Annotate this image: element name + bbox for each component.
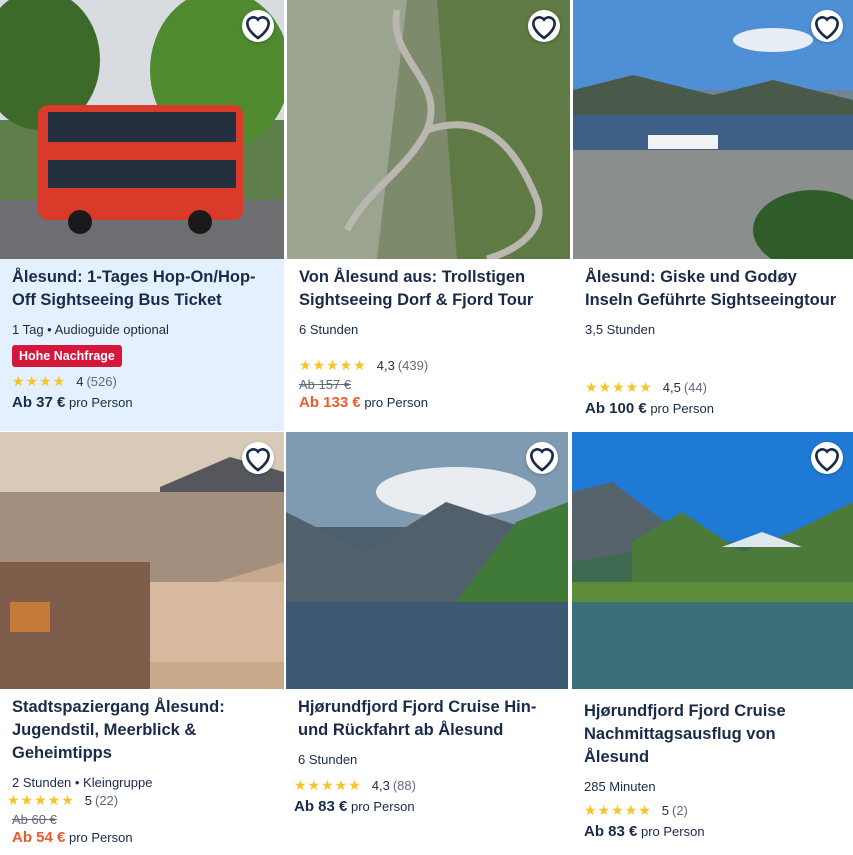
rating-value: 4,3 (371, 778, 390, 793)
activity-duration: 6 Stunden (299, 322, 359, 337)
review-count: (44) (683, 380, 707, 395)
price: Ab 83 € pro Person (294, 798, 558, 815)
price: Ab 100 € pro Person (585, 400, 843, 417)
activity-title[interactable]: Hjørundfjord Fjord Cruise Nachmittagsaus… (584, 700, 843, 769)
rating-value: 4 (76, 374, 84, 389)
activity-card[interactable]: Von Ålesund aus: Trollstigen Sightseeing… (287, 0, 570, 431)
price-unit: pro Person (350, 799, 415, 814)
activity-image[interactable] (286, 432, 568, 689)
activity-image[interactable] (287, 0, 570, 259)
star-icon: ★★★★ (12, 373, 67, 389)
activity-duration: 1 Tag • Audioguide optional (12, 322, 169, 337)
wishlist-button[interactable] (811, 442, 843, 474)
price-value: Ab 37 € (12, 394, 66, 411)
rating: ★★★★★ 4,3 (88) (294, 777, 558, 794)
rating: ★★★★★ 5 (2) (584, 802, 843, 819)
price-value: Ab 100 € (585, 400, 647, 417)
original-price: Ab 60 € (12, 812, 57, 827)
demand-badge: Hohe Nachfrage (12, 345, 122, 367)
activity-card[interactable]: Hjørundfjord Fjord Cruise Hin- und Rückf… (286, 432, 568, 855)
price-unit: pro Person (364, 395, 428, 410)
price-unit: pro Person (640, 824, 705, 839)
price-unit: pro Person (68, 395, 133, 410)
rating-value: 5 (661, 803, 669, 818)
review-count: (439) (397, 358, 429, 373)
activity-image[interactable] (573, 0, 853, 259)
price: Ab 83 € pro Person (584, 823, 843, 840)
star-icon: ★★★★★ (294, 777, 362, 793)
original-price: Ab 157 € (299, 377, 352, 392)
price-unit: pro Person (650, 401, 714, 416)
wishlist-button[interactable] (526, 442, 558, 474)
price: Ab 133 € pro Person (299, 394, 560, 411)
star-icon: ★★★★★ (585, 379, 653, 395)
activity-image[interactable] (0, 0, 284, 259)
rating-value: 4,5 (662, 380, 681, 395)
review-count: (526) (86, 374, 117, 389)
price-unit: pro Person (68, 830, 133, 845)
heart-outline-icon (245, 448, 271, 472)
activity-title[interactable]: Ålesund: Giske und Godøy Inseln Geführte… (585, 266, 843, 312)
activity-title[interactable]: Ålesund: 1-Tages Hop-On/Hop-Off Sightsee… (12, 266, 274, 312)
activity-title[interactable]: Hjørundfjord Fjord Cruise Hin- und Rückf… (298, 696, 558, 742)
activity-duration: 3,5 Stunden (585, 322, 656, 337)
activity-duration: 6 Stunden (298, 752, 358, 767)
rating-value: 5 (84, 793, 92, 808)
price: Ab 37 € pro Person (12, 394, 274, 411)
activity-title[interactable]: Von Ålesund aus: Trollstigen Sightseeing… (299, 266, 560, 312)
price-value: Ab 133 € (299, 394, 361, 411)
activity-duration: 2 Stunden • Kleingruppe (12, 775, 153, 790)
review-count: (22) (95, 793, 119, 808)
rating-value: 4,3 (376, 358, 395, 373)
rating: ★★★★★ 5 (22) (7, 792, 274, 809)
activity-image[interactable] (0, 432, 284, 689)
star-icon: ★★★★★ (299, 357, 367, 373)
price-value: Ab 54 € (12, 829, 66, 846)
price-value: Ab 83 € (294, 798, 348, 815)
wishlist-button[interactable] (242, 442, 274, 474)
heart-outline-icon (814, 448, 840, 472)
price-value: Ab 83 € (584, 823, 638, 840)
review-count: (2) (672, 803, 688, 818)
review-count: (88) (392, 778, 416, 793)
activity-card[interactable]: Stadtspaziergang Ålesund: Jugendstil, Me… (0, 432, 284, 855)
heart-outline-icon (245, 16, 271, 40)
rating: ★★★★★ 4,3 (439) (299, 357, 560, 374)
wishlist-button[interactable] (242, 10, 274, 42)
heart-outline-icon (814, 16, 840, 40)
activity-image[interactable] (572, 432, 853, 689)
rating: ★★★★ 4 (526) (12, 373, 274, 390)
activity-card[interactable]: Ålesund: Giske und Godøy Inseln Geführte… (573, 0, 853, 431)
heart-outline-icon (529, 448, 555, 472)
activity-title[interactable]: Stadtspaziergang Ålesund: Jugendstil, Me… (12, 696, 274, 765)
wishlist-button[interactable] (811, 10, 843, 42)
activity-card[interactable]: Hjørundfjord Fjord Cruise Nachmittagsaus… (572, 432, 853, 855)
activity-card[interactable]: Ålesund: 1-Tages Hop-On/Hop-Off Sightsee… (0, 0, 284, 431)
star-icon: ★★★★★ (7, 792, 75, 808)
star-icon: ★★★★★ (584, 802, 652, 818)
heart-outline-icon (531, 16, 557, 40)
rating: ★★★★★ 4,5 (44) (585, 379, 843, 396)
price: Ab 54 € pro Person (12, 829, 274, 846)
wishlist-button[interactable] (528, 10, 560, 42)
activity-duration: 285 Minuten (584, 779, 656, 794)
